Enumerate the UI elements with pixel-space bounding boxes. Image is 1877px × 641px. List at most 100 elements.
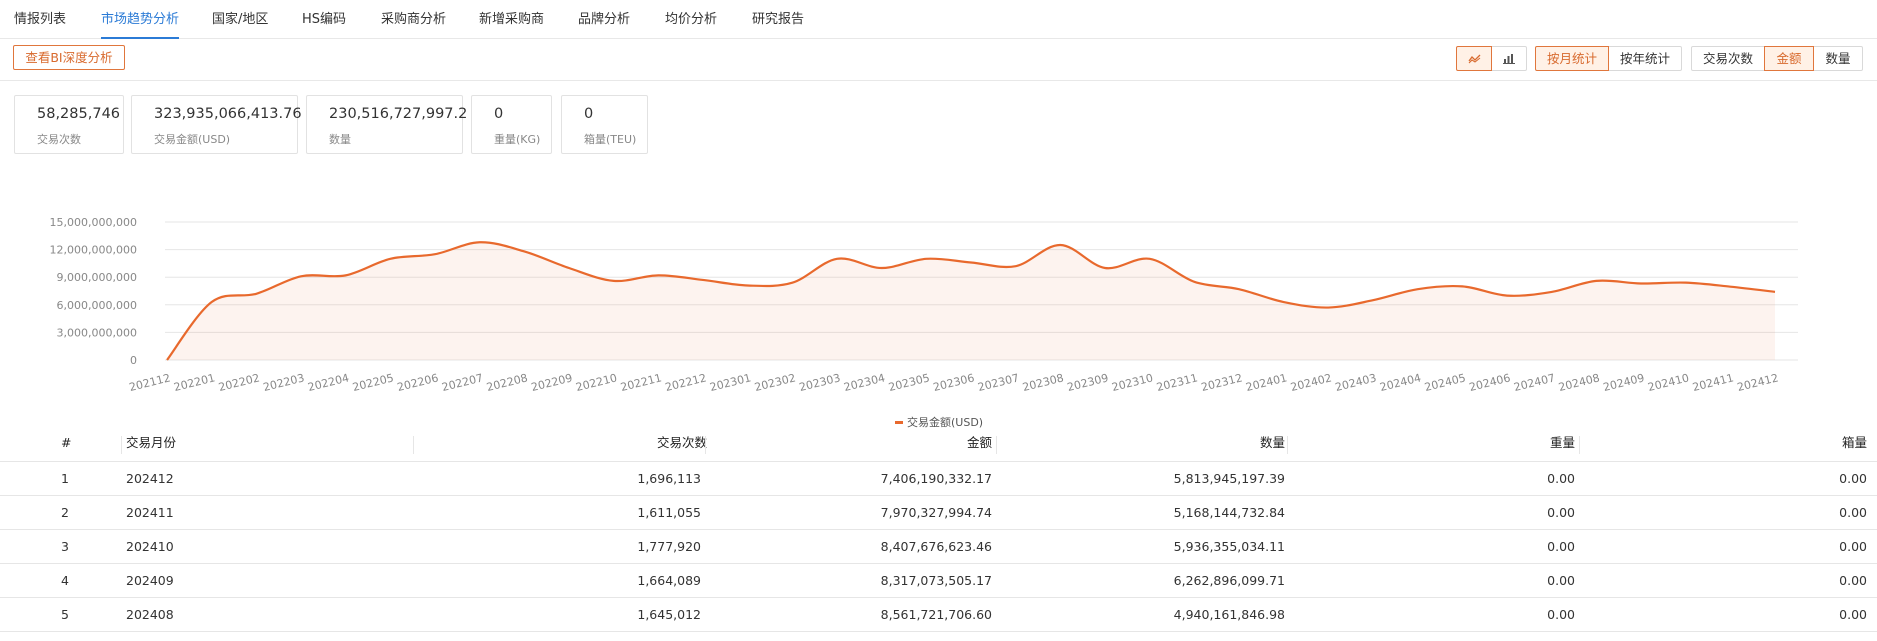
bar-chart-button[interactable] xyxy=(1491,46,1527,71)
cell-teu: 0.00 xyxy=(1839,471,1867,486)
data-point xyxy=(1014,264,1018,268)
tab-research-report[interactable]: 研究报告 xyxy=(752,0,804,39)
monthly-button[interactable]: 按月统计 xyxy=(1535,46,1609,71)
x-tick-label: 202208 xyxy=(485,371,529,394)
stat-value: 230,516,727,997.2 xyxy=(329,106,468,122)
stat-value: 0 xyxy=(584,106,594,122)
cell-index: 2 xyxy=(61,505,69,520)
x-tick-label: 202210 xyxy=(574,371,618,394)
data-point xyxy=(969,260,973,264)
cell-quantity: 5,168,144,732.84 xyxy=(1173,505,1285,520)
data-point xyxy=(880,266,884,270)
line-chart-icon xyxy=(1467,54,1480,64)
metric-toggle: 交易次数 金额 数量 xyxy=(1691,46,1863,71)
x-tick-label: 202410 xyxy=(1646,371,1690,394)
chart-type-toggle xyxy=(1456,46,1527,71)
x-tick-label: 202207 xyxy=(440,371,484,394)
data-point xyxy=(567,266,571,270)
data-point xyxy=(1058,243,1062,247)
x-tick-label: 202310 xyxy=(1110,371,1154,394)
x-tick-label: 202311 xyxy=(1155,371,1199,394)
cell-month: 202408 xyxy=(126,607,174,622)
table-row[interactable]: 5 202408 1,645,012 8,561,721,706.60 4,940,16… xyxy=(0,598,1877,632)
stat-value: 58,285,746 xyxy=(37,106,121,122)
data-point xyxy=(433,252,437,256)
y-tick-label: 6,000,000,000 xyxy=(57,299,137,312)
data-point xyxy=(1460,284,1464,288)
col-transactions[interactable]: 交易次数 xyxy=(413,428,707,462)
x-tick-label: 202406 xyxy=(1468,371,1512,394)
bar-chart-icon xyxy=(1502,54,1515,64)
table-row[interactable]: 1 202412 1,696,113 7,406,190,332.17 5,813,94… xyxy=(0,462,1877,496)
cell-quantity: 4,940,161,846.98 xyxy=(1173,607,1285,622)
x-tick-label: 202203 xyxy=(262,371,306,394)
data-point xyxy=(165,358,169,362)
yearly-button[interactable]: 按年统计 xyxy=(1608,46,1682,71)
tab-hs-code[interactable]: HS编码 xyxy=(302,0,346,39)
bi-analysis-button[interactable]: 查看BI深度分析 xyxy=(13,45,125,70)
data-point xyxy=(478,240,482,244)
data-point xyxy=(1594,279,1598,283)
data-point xyxy=(254,292,258,296)
cell-quantity: 6,262,896,099.71 xyxy=(1173,573,1285,588)
metric-transactions-button[interactable]: 交易次数 xyxy=(1691,46,1765,71)
stat-card-transactions: 58,285,746 交易次数 xyxy=(14,95,124,154)
data-point xyxy=(522,249,526,253)
tab-buyer-analysis[interactable]: 采购商分析 xyxy=(381,0,446,39)
line-chart-button[interactable] xyxy=(1456,46,1492,71)
toolbar: 查看BI深度分析 按月统计 按年统计 交易次数 金额 数量 xyxy=(0,39,1877,81)
x-tick-label: 202307 xyxy=(976,371,1020,394)
table-row[interactable]: 3 202410 1,777,920 8,407,676,623.46 5,936,35… xyxy=(0,530,1877,564)
cell-index: 3 xyxy=(61,539,69,554)
x-tick-label: 202202 xyxy=(217,371,261,394)
col-teu[interactable]: 箱量 xyxy=(1579,428,1867,462)
cell-transactions: 1,611,055 xyxy=(637,505,701,520)
metric-quantity-button[interactable]: 数量 xyxy=(1813,46,1863,71)
y-tick-label: 12,000,000,000 xyxy=(50,244,137,257)
tab-avg-price[interactable]: 均价分析 xyxy=(665,0,717,39)
data-point xyxy=(1148,257,1152,261)
cell-weight: 0.00 xyxy=(1547,539,1575,554)
data-point xyxy=(612,279,616,283)
stat-card-quantity: 230,516,727,997.2 数量 xyxy=(306,95,467,154)
col-quantity[interactable]: 数量 xyxy=(996,428,1285,462)
cell-month: 202409 xyxy=(126,573,174,588)
stat-label: 重量(KG) xyxy=(494,133,541,146)
x-tick-label: 202306 xyxy=(932,371,976,394)
x-tick-label: 202205 xyxy=(351,371,395,394)
col-month[interactable]: 交易月份 xyxy=(126,428,176,462)
tab-market-trend[interactable]: 市场趋势分析 xyxy=(101,0,180,39)
table-row[interactable]: 4 202409 1,664,089 8,317,073,505.17 6,262,89… xyxy=(0,564,1877,598)
period-toggle: 按月统计 按年统计 xyxy=(1535,46,1682,71)
x-tick-label: 202301 xyxy=(708,371,752,394)
data-point xyxy=(656,273,660,277)
tab-country-region[interactable]: 国家/地区 xyxy=(212,0,268,39)
data-point xyxy=(1371,298,1375,302)
x-tick-label: 202211 xyxy=(619,371,663,394)
data-point xyxy=(835,257,839,261)
legend-swatch xyxy=(895,420,903,424)
cell-transactions: 1,645,012 xyxy=(637,607,701,622)
stat-label: 数量 xyxy=(329,133,351,146)
data-point xyxy=(1728,285,1732,289)
cell-index: 1 xyxy=(61,471,69,486)
stat-value: 0 xyxy=(494,106,504,122)
table-row[interactable]: 2 202411 1,611,055 7,970,327,994.74 5,168,14… xyxy=(0,496,1877,530)
tab-intel-list[interactable]: 情报列表 xyxy=(14,0,66,39)
data-point xyxy=(790,281,794,285)
y-tick-label: 15,000,000,000 xyxy=(50,216,137,229)
data-point xyxy=(1192,280,1196,284)
trend-chart: 15,000,000,000 12,000,000,000 9,000,000,00… xyxy=(50,216,1798,394)
data-point xyxy=(924,257,928,261)
cell-index: 4 xyxy=(61,573,69,588)
cell-weight: 0.00 xyxy=(1547,573,1575,588)
tab-brand-analysis[interactable]: 品牌分析 xyxy=(578,0,630,39)
col-weight[interactable]: 重量 xyxy=(1287,428,1575,462)
col-amount[interactable]: 金额 xyxy=(705,428,992,462)
data-point xyxy=(299,274,303,278)
metric-amount-button[interactable]: 金额 xyxy=(1764,46,1814,71)
y-tick-label: 0 xyxy=(130,354,137,367)
data-point xyxy=(1550,290,1554,294)
tab-new-buyers[interactable]: 新增采购商 xyxy=(479,0,544,39)
cell-transactions: 1,696,113 xyxy=(637,471,701,486)
